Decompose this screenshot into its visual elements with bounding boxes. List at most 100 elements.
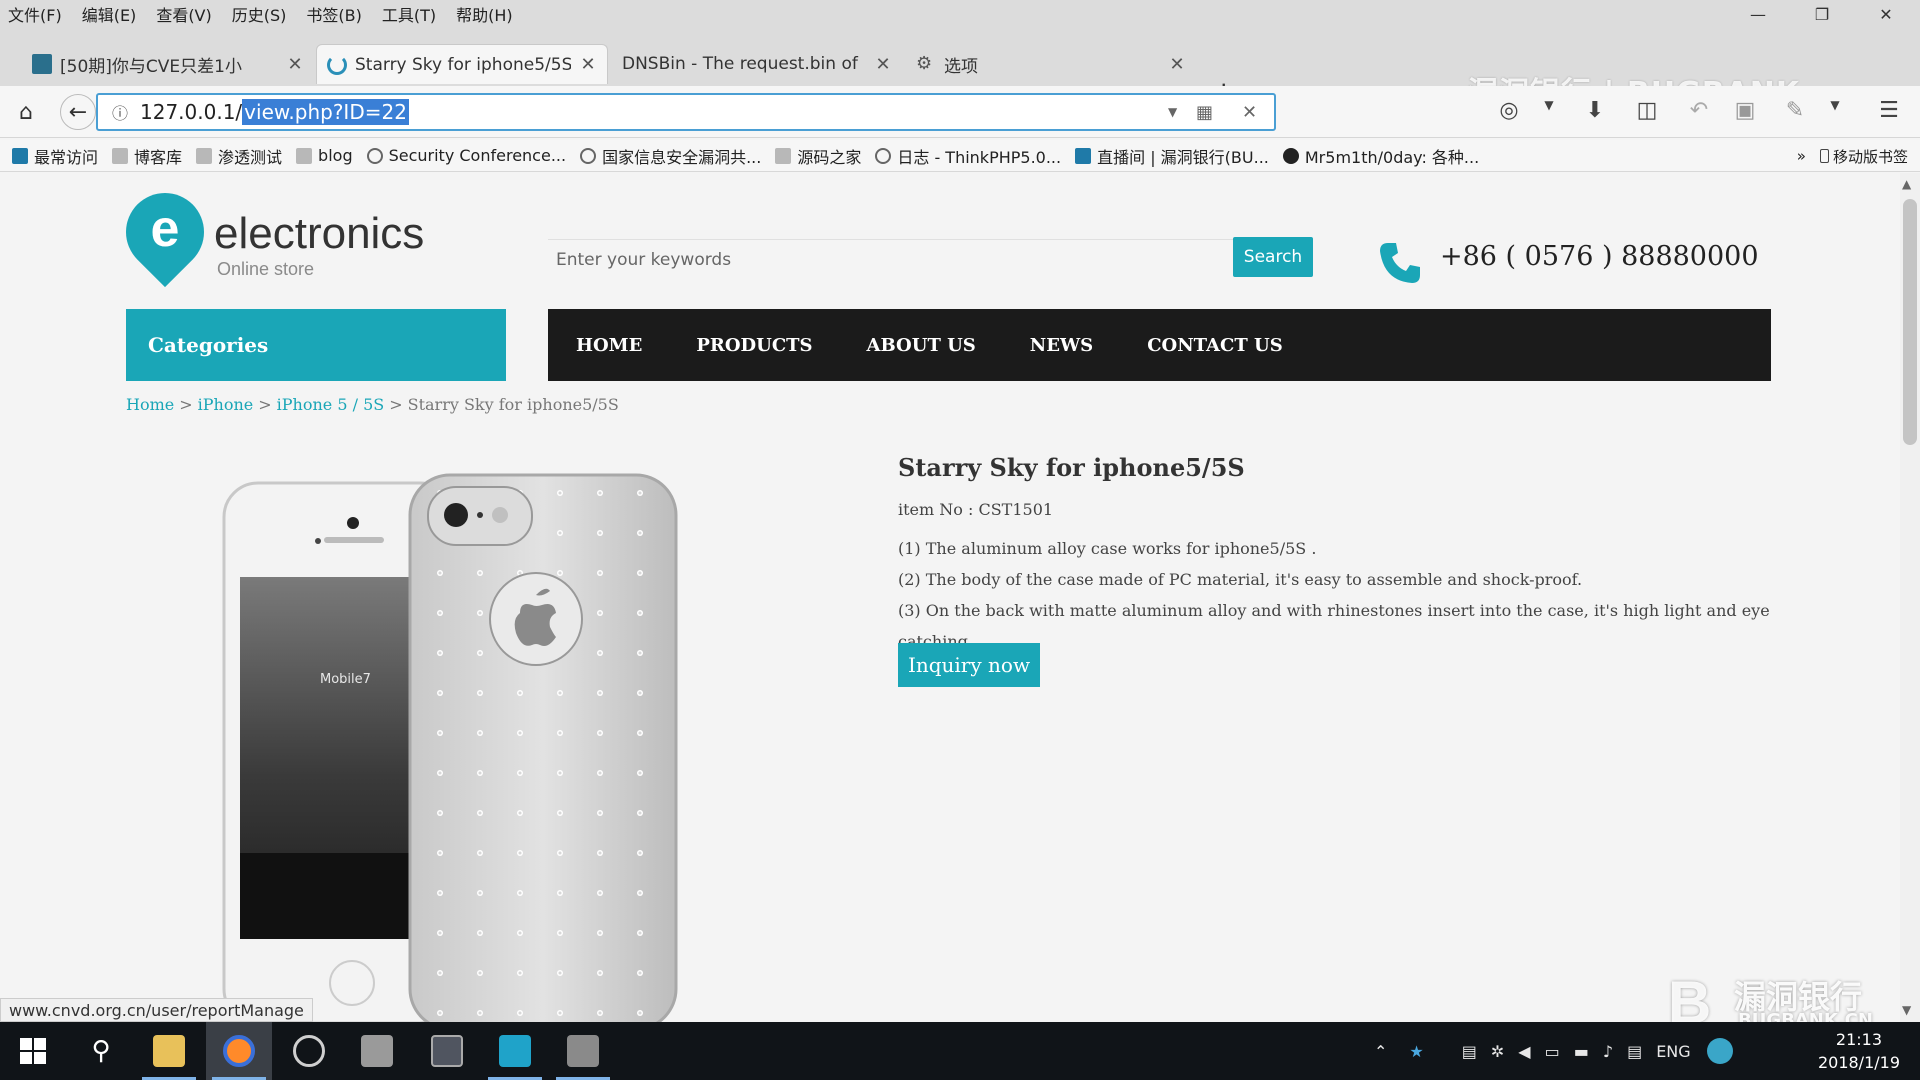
taskbar-app-wps[interactable] (482, 1022, 548, 1080)
hamburger-menu-icon[interactable]: ☰ (1874, 98, 1904, 123)
speaker-mute-icon[interactable]: ◀ (1518, 1042, 1530, 1061)
tray-network-icon[interactable]: ▤ (1462, 1042, 1477, 1061)
bookmarks-overflow[interactable]: » 移动版书签 (1797, 140, 1908, 172)
close-window-button[interactable]: ✕ (1858, 0, 1914, 28)
scroll-up-icon[interactable]: ▲ (1902, 177, 1911, 191)
page-scrollbar[interactable]: ▲ ▼ (1900, 173, 1920, 1023)
address-bar[interactable]: ⓘ 127.0.0.1/ view.php?ID=22 ▼ ▦ ✕ (96, 93, 1276, 131)
site-logo[interactable]: e (109, 176, 221, 288)
menu-bookmarks[interactable]: 书签(B) (296, 2, 371, 26)
screenshot-icon[interactable]: ▣ (1730, 98, 1760, 123)
taskbar: ⚲ ⌃ ★ ▤ ✲ ◀ ▭ ▬ ♪ ▤ ENG 21:13 2018/1/19 (0, 1022, 1920, 1080)
globe-icon (580, 147, 597, 164)
info-icon[interactable]: ⓘ (106, 100, 134, 124)
mobile-bookmarks-label: 移动版书签 (1832, 147, 1908, 166)
home-icon[interactable]: ⌂ (8, 94, 44, 130)
bookmark-item[interactable]: 博客库 (112, 144, 182, 168)
dropdown-arrow-icon[interactable]: ▼ (1168, 105, 1177, 119)
bookmark-item[interactable]: Security Conference... (366, 146, 567, 165)
bookmark-item[interactable]: 最常访问 (12, 144, 98, 168)
menu-view[interactable]: 查看(V) (146, 2, 221, 26)
menu-edit[interactable]: 编辑(E) (72, 2, 147, 26)
taskbar-app-terminal[interactable] (414, 1022, 480, 1080)
tab-dnsbin[interactable]: DNSBin - The request.bin of ✕ (612, 46, 902, 82)
bookmark-item[interactable]: 渗透测试 (196, 144, 282, 168)
display-icon[interactable]: ▭ (1545, 1042, 1560, 1061)
tray-app-icon[interactable]: ★ (1409, 1042, 1423, 1061)
download-icon[interactable]: ⬇ (1580, 98, 1610, 123)
chevron-down-icon[interactable]: ▼ (1534, 98, 1564, 112)
wps-icon (499, 1035, 531, 1067)
browser-menu-icon[interactable]: ◎ (1494, 98, 1524, 123)
firefox-icon (223, 1035, 255, 1067)
bookmark-label: blog (318, 146, 353, 165)
product-features: (1) The aluminum alloy case works for ip… (898, 533, 1798, 657)
product-image[interactable]: Mobile7 (220, 473, 680, 1023)
nav-contact-us[interactable]: CONTACT US (1147, 335, 1283, 356)
taskbar-file-explorer[interactable] (136, 1022, 202, 1080)
taskbar-clock[interactable]: 21:13 2018/1/19 (1818, 1028, 1900, 1074)
notification-icon[interactable]: ▤ (1627, 1042, 1642, 1061)
search-input[interactable]: Enter your keywords (548, 239, 1234, 279)
breadcrumb-iphone5[interactable]: iPhone 5 / 5S (277, 395, 385, 414)
inquiry-now-button[interactable]: Inquiry now (898, 643, 1040, 687)
chevron-down-icon[interactable]: ▼ (1820, 98, 1850, 112)
menu-help[interactable]: 帮助(H) (446, 2, 523, 26)
undo-icon[interactable]: ↶ (1684, 98, 1714, 123)
restore-button[interactable]: ❐ (1794, 0, 1850, 28)
close-tab-icon[interactable]: ✕ (1168, 54, 1186, 75)
ime-icon[interactable] (1706, 1038, 1733, 1064)
breadcrumb-home[interactable]: Home (126, 395, 174, 414)
minimize-button[interactable]: — (1730, 0, 1786, 28)
search-button[interactable]: Search (1233, 237, 1313, 277)
menu-tools[interactable]: 工具(T) (372, 2, 446, 26)
extension-icon[interactable]: ✎ (1780, 98, 1810, 123)
bookmark-item[interactable]: Mr5m1th/0day: 各种... (1282, 144, 1480, 168)
input-language[interactable]: ENG (1656, 1042, 1690, 1061)
chevron-up-icon[interactable]: ⌃ (1374, 1042, 1387, 1061)
tab-options[interactable]: ⚙ 选项 ✕ (906, 46, 1196, 82)
taskbar-firefox[interactable] (206, 1022, 272, 1080)
url-selected-path: view.php?ID=22 (242, 99, 409, 125)
search-button[interactable]: ⚲ (68, 1022, 134, 1080)
brand-name: electronics (214, 209, 425, 258)
volume-icon[interactable]: ♪ (1603, 1042, 1613, 1061)
qr-code-icon[interactable]: ▦ (1196, 102, 1213, 123)
nav-home[interactable]: HOME (576, 335, 642, 356)
battery-icon[interactable]: ▬ (1574, 1042, 1589, 1061)
bookmark-label: Mr5m1th/0day: 各种... (1304, 147, 1480, 167)
scroll-down-icon[interactable]: ▼ (1902, 1003, 1911, 1017)
breadcrumb-separator: > (389, 395, 403, 414)
menu-history[interactable]: 历史(S) (222, 2, 297, 26)
scrollbar-thumb[interactable] (1903, 199, 1917, 445)
taskbar-app-circle[interactable] (276, 1022, 342, 1080)
tab-cve[interactable]: [50期]你与CVE只差1小 ✕ (22, 46, 314, 82)
sidebar-icon[interactable]: ◫ (1632, 98, 1662, 123)
status-bar-url: www.cnvd.org.cn/user/reportManage (0, 998, 313, 1022)
tray-sync-icon[interactable]: ✲ (1491, 1042, 1504, 1061)
categories-menu[interactable]: Categories (126, 309, 506, 381)
breadcrumb-iphone[interactable]: iPhone (198, 395, 254, 414)
nav-about-us[interactable]: ABOUT US (867, 335, 976, 356)
menu-file[interactable]: 文件(F) (0, 2, 72, 26)
close-tab-icon[interactable]: ✕ (874, 54, 892, 75)
breadcrumb: Home > iPhone > iPhone 5 / 5S > Starry Sky for… (126, 395, 619, 414)
bookmark-item[interactable]: 源码之家 (775, 144, 861, 168)
clear-url-icon[interactable]: ✕ (1242, 102, 1257, 123)
bookmark-item[interactable]: 直播间 | 漏洞银行(BU... (1075, 144, 1269, 168)
close-tab-icon[interactable]: ✕ (579, 54, 597, 75)
bookmark-item[interactable]: 国家信息安全漏洞共... (580, 144, 761, 168)
close-tab-icon[interactable]: ✕ (286, 54, 304, 75)
tab-starry-sky[interactable]: Starry Sky for iphone5/5S ✕ (316, 44, 608, 84)
nav-news[interactable]: NEWS (1030, 335, 1093, 356)
back-icon[interactable]: ← (60, 94, 96, 130)
bookmark-item[interactable]: blog (296, 146, 353, 165)
bookmark-item[interactable]: 日志 - ThinkPHP5.0... (875, 144, 1061, 168)
nav-products[interactable]: PRODUCTS (696, 335, 812, 356)
taskbar-app-tool[interactable] (550, 1022, 616, 1080)
product-title: Starry Sky for iphone5/5S (898, 453, 1245, 482)
bookmark-label: Security Conference... (388, 146, 567, 165)
start-button[interactable] (0, 1022, 66, 1080)
taskbar-app-notes[interactable] (344, 1022, 410, 1080)
more-bookmarks-icon[interactable]: » (1797, 147, 1806, 165)
